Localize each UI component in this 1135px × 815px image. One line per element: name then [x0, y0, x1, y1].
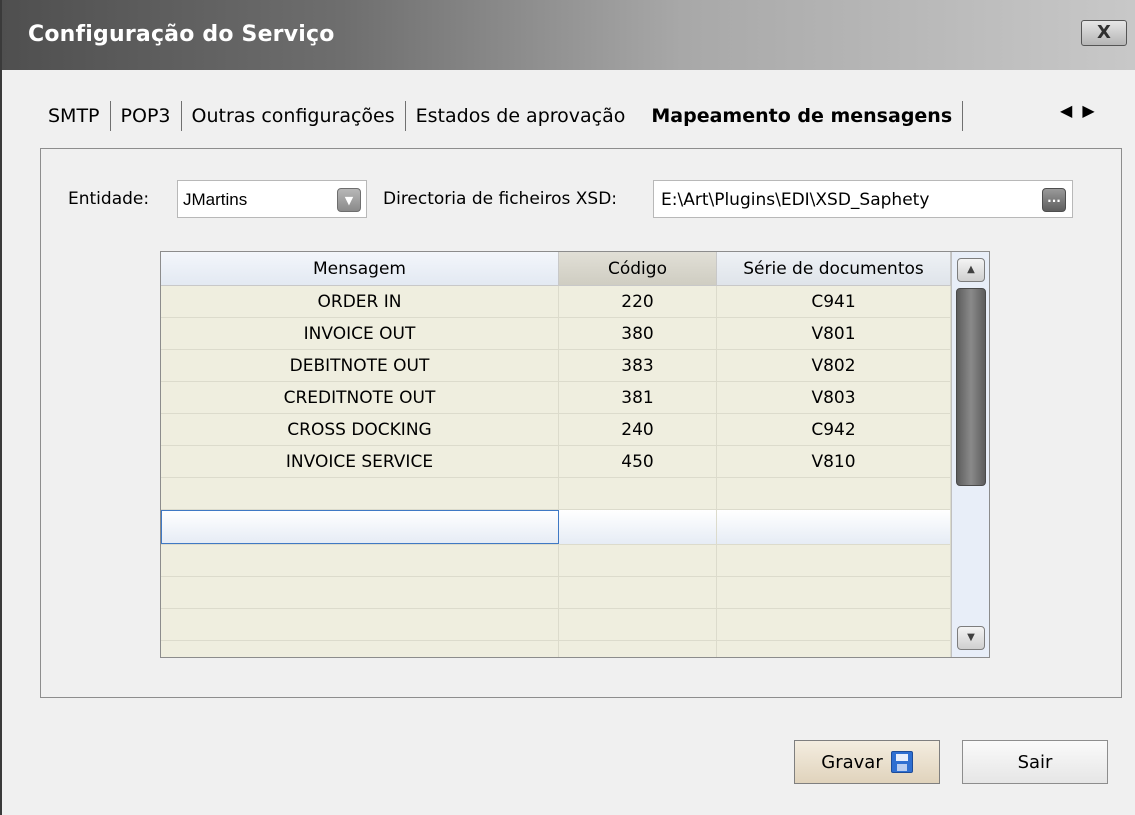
new-row[interactable]: [161, 510, 951, 545]
table-row[interactable]: [161, 577, 951, 609]
tab-mapeamento-de-mensagens[interactable]: Mapeamento de mensagens: [635, 100, 962, 132]
tab-outras-configuracoes[interactable]: Outras configurações: [182, 100, 405, 132]
tab-estados-de-aprovacao[interactable]: Estados de aprovação: [406, 100, 636, 132]
cell-mensagem[interactable]: ORDER IN: [161, 286, 559, 317]
grid-header: Mensagem Código Série de documentos: [161, 252, 951, 286]
tab-separator: [962, 101, 964, 131]
cell-serie[interactable]: C941: [717, 286, 951, 317]
cell-mensagem[interactable]: INVOICE OUT: [161, 318, 559, 349]
cell-mensagem[interactable]: [161, 641, 559, 657]
chevron-up-icon: ▲: [967, 264, 975, 275]
exit-label: Sair: [1017, 751, 1053, 773]
cell-codigo[interactable]: [559, 609, 717, 640]
cell-serie[interactable]: C942: [717, 414, 951, 445]
browse-button[interactable]: ...: [1042, 188, 1066, 212]
cell-codigo[interactable]: [559, 641, 717, 657]
xsd-directory-label: Directoria de ficheiros XSD:: [383, 189, 618, 209]
entity-dropdown-button[interactable]: ▼: [337, 188, 361, 212]
close-button[interactable]: X: [1081, 20, 1127, 46]
scroll-thumb[interactable]: [956, 288, 986, 486]
scroll-up-button[interactable]: ▲: [957, 258, 985, 282]
cell-mensagem[interactable]: [161, 609, 559, 640]
cell-codigo[interactable]: [559, 577, 717, 608]
column-header-codigo[interactable]: Código: [559, 252, 717, 286]
entity-combobox[interactable]: JMartins ▼: [177, 180, 367, 218]
cell-mensagem[interactable]: CREDITNOTE OUT: [161, 382, 559, 413]
chevron-down-icon: ▼: [967, 632, 975, 643]
tab-pop3[interactable]: POP3: [111, 100, 181, 132]
tab-smtp[interactable]: SMTP: [48, 100, 110, 132]
cell-mensagem[interactable]: INVOICE SERVICE: [161, 446, 559, 477]
cell-mensagem[interactable]: DEBITNOTE OUT: [161, 350, 559, 381]
cell-serie[interactable]: V801: [717, 318, 951, 349]
cell-serie[interactable]: V810: [717, 446, 951, 477]
cell-codigo[interactable]: [559, 510, 717, 544]
table-row[interactable]: DEBITNOTE OUT 383 V802: [161, 350, 951, 382]
entity-value: JMartins: [183, 190, 248, 209]
grid-body: ORDER IN 220 C941 INVOICE OUT 380 V801 D…: [161, 286, 951, 657]
column-header-mensagem[interactable]: Mensagem: [161, 252, 559, 286]
cell-serie[interactable]: [717, 641, 951, 657]
exit-button[interactable]: Sair: [962, 740, 1108, 784]
cell-mensagem[interactable]: CROSS DOCKING: [161, 414, 559, 445]
cell-codigo[interactable]: [559, 478, 717, 509]
column-header-serie-de-documentos[interactable]: Série de documentos: [717, 252, 951, 286]
arrow-right-icon[interactable]: ▶: [1082, 101, 1094, 120]
table-row[interactable]: [161, 545, 951, 577]
cell-serie[interactable]: [717, 545, 951, 576]
cell-codigo[interactable]: 450: [559, 446, 717, 477]
title-bar: Configuração do Serviço X: [2, 0, 1135, 70]
cell-codigo[interactable]: 381: [559, 382, 717, 413]
xsd-directory-value: E:\Art\Plugins\EDI\XSD_Saphety: [661, 190, 930, 210]
cell-mensagem-editing[interactable]: [161, 510, 559, 544]
table-row[interactable]: ORDER IN 220 C941: [161, 286, 951, 318]
message-mapping-grid[interactable]: Mensagem Código Série de documentos ORDE…: [160, 251, 990, 658]
table-row[interactable]: [161, 609, 951, 641]
tab-strip: SMTP POP3 Outras configurações Estados d…: [48, 96, 964, 136]
table-row[interactable]: CREDITNOTE OUT 381 V803: [161, 382, 951, 414]
table-row[interactable]: INVOICE OUT 380 V801: [161, 318, 951, 350]
cell-mensagem[interactable]: [161, 478, 559, 509]
chevron-down-icon: ▼: [344, 193, 354, 207]
cell-codigo[interactable]: 380: [559, 318, 717, 349]
cell-serie[interactable]: V802: [717, 350, 951, 381]
cell-codigo[interactable]: 383: [559, 350, 717, 381]
cell-codigo[interactable]: 220: [559, 286, 717, 317]
cell-codigo[interactable]: 240: [559, 414, 717, 445]
table-row[interactable]: INVOICE SERVICE 450 V810: [161, 446, 951, 478]
save-button[interactable]: Gravar: [794, 740, 940, 784]
dialog-window: Configuração do Serviço X SMTP POP3 Outr…: [0, 0, 1135, 815]
cell-serie[interactable]: [717, 510, 951, 544]
table-row[interactable]: [161, 641, 951, 657]
table-row[interactable]: CROSS DOCKING 240 C942: [161, 414, 951, 446]
ellipsis-icon: ...: [1047, 191, 1061, 205]
save-label: Gravar: [821, 751, 883, 773]
entity-label: Entidade:: [68, 189, 150, 209]
scroll-down-button[interactable]: ▼: [957, 626, 985, 650]
cell-codigo[interactable]: [559, 545, 717, 576]
cell-serie[interactable]: [717, 577, 951, 608]
window-title: Configuração do Serviço: [28, 22, 335, 47]
vertical-scrollbar[interactable]: ▲ ▼: [951, 252, 989, 657]
cell-serie[interactable]: [717, 609, 951, 640]
table-row[interactable]: [161, 478, 951, 510]
cell-mensagem[interactable]: [161, 577, 559, 608]
arrow-left-icon[interactable]: ◀: [1060, 101, 1072, 120]
cell-serie[interactable]: V803: [717, 382, 951, 413]
cell-mensagem[interactable]: [161, 545, 559, 576]
cell-serie[interactable]: [717, 478, 951, 509]
close-icon: X: [1097, 22, 1111, 43]
xsd-directory-field[interactable]: E:\Art\Plugins\EDI\XSD_Saphety ...: [653, 180, 1073, 218]
tab-scroll-arrows: ◀ ▶: [1060, 101, 1095, 120]
floppy-disk-icon: [890, 751, 913, 773]
